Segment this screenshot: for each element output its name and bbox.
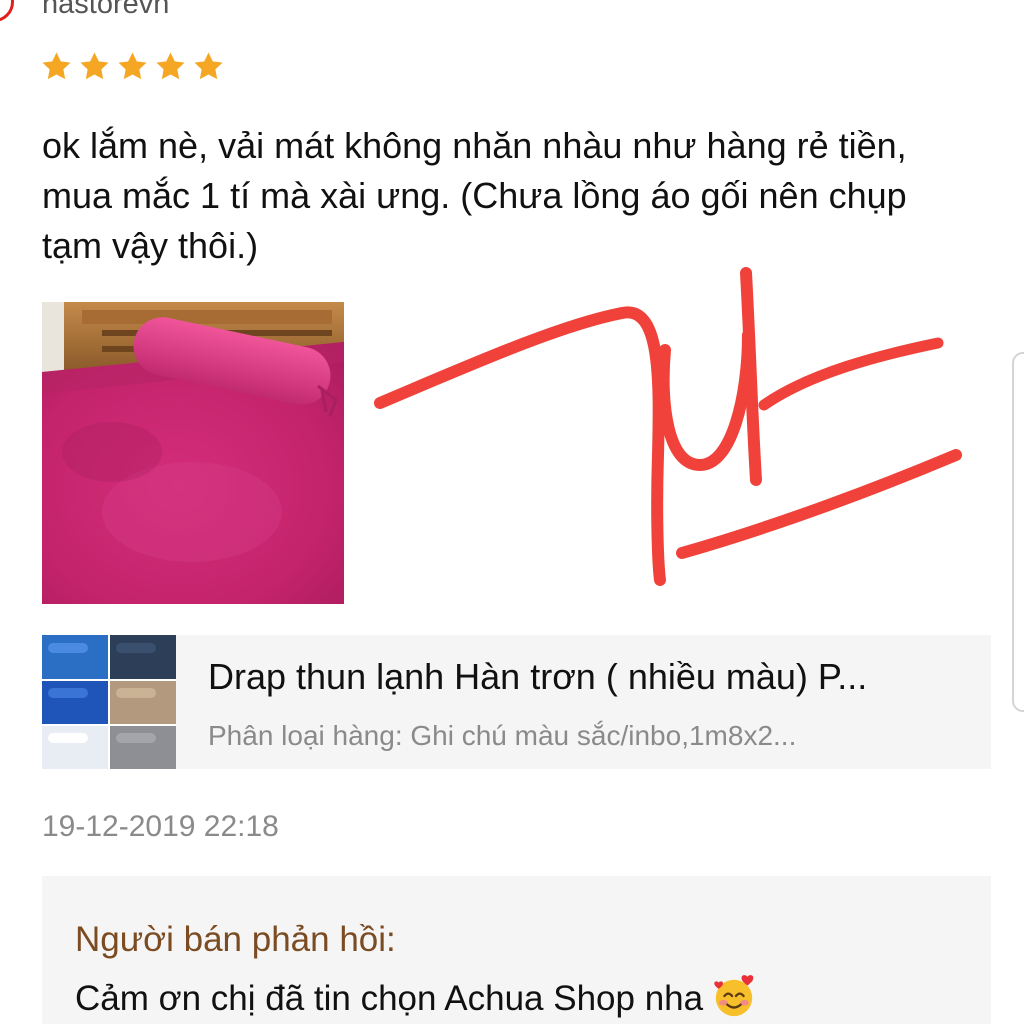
seller-reply-box: Người bán phản hồi: Cảm ơn chị đã tin ch… (42, 876, 991, 1024)
review-text: ok lắm nè, vải mát không nhăn nhàu như h… (42, 125, 907, 266)
bed-photo-image (42, 302, 344, 604)
star-icon (80, 52, 109, 80)
star-icon (156, 52, 185, 80)
star-icon (194, 52, 223, 80)
seller-reply-label: Người bán phản hồi: (75, 920, 396, 959)
seller-reply-text: Cảm ơn chị đã tin chọn Achua Shop nha (75, 979, 704, 1018)
star-rating (40, 50, 225, 83)
review-screen: nastorevn ok lắm nè, vải mát không nhăn … (0, 0, 1024, 1024)
product-thumbnail (42, 635, 176, 769)
review-timestamp: 19-12-2019 22:18 (42, 810, 279, 843)
star-icon (42, 52, 71, 80)
signature-drawing (374, 267, 962, 586)
review-photo[interactable] (42, 302, 344, 604)
scrollbar[interactable] (1012, 352, 1024, 712)
reviewer-username[interactable]: nastorevn (42, 0, 169, 22)
smiling-face-with-hearts-icon (714, 975, 754, 1017)
product-card[interactable]: Drap thun lạnh Hàn trơn ( nhiều màu) P..… (42, 635, 991, 769)
product-variant: Phân loại hàng: Ghi chú màu sắc/inbo,1m8… (208, 720, 797, 751)
user-avatar[interactable] (0, 0, 14, 22)
seller-reply-text-row: Cảm ơn chị đã tin chọn Achua Shop nha (75, 973, 757, 1021)
star-icon (118, 52, 147, 80)
product-color-grid-image (42, 635, 176, 769)
product-name[interactable]: Drap thun lạnh Hàn trơn ( nhiều màu) P..… (208, 655, 958, 699)
